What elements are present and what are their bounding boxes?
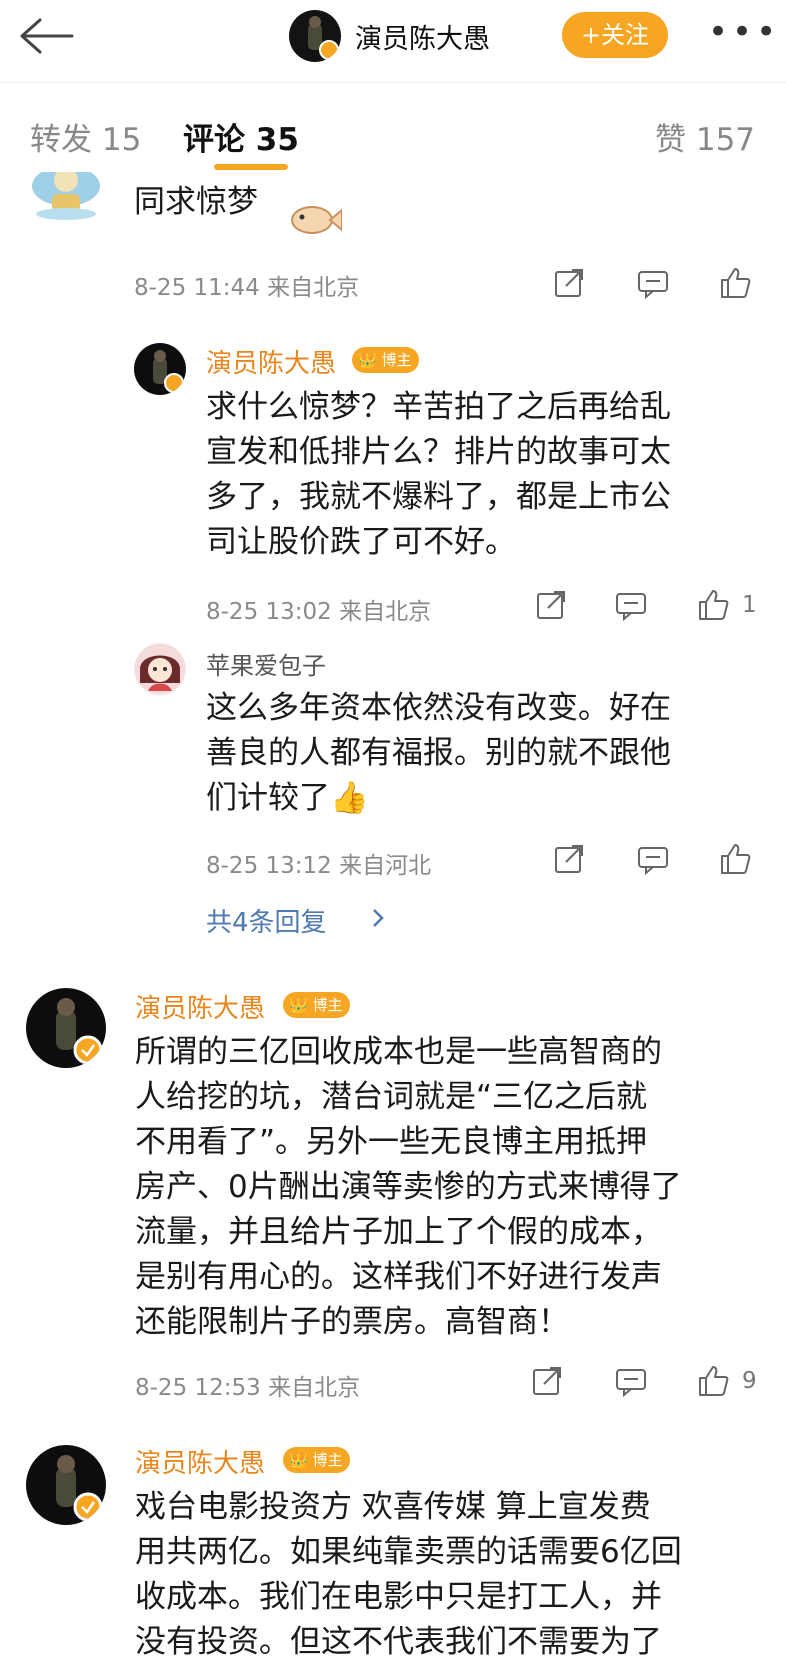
reply-text: 求什么惊梦？辛苦拍了之后再给乱 宣发和低排片么？排片的故事可太 多了，我就不爆料… (206, 389, 671, 560)
account-avatar[interactable] (289, 10, 341, 62)
follow-button[interactable]: +关注 (562, 12, 668, 58)
comment-text: 戏台电影投资方 欢喜传媒 算上宣发费 用共两亿。如果纯靠卖票的话需要6亿回 收成… (135, 1489, 682, 1660)
avatar[interactable] (26, 988, 106, 1068)
comment-meta: 8-25 11:44 来自北京 (134, 275, 360, 301)
comment-text: 所谓的三亿回收成本也是一些高智商的 人给挖的坑，潜台词就是“三亿之后就 不用看了… (135, 1034, 682, 1340)
back-arrow-icon (20, 18, 74, 54)
account-name[interactable]: 演员陈大愚 (355, 17, 490, 56)
active-tab-indicator (214, 164, 288, 170)
blogger-badge: 👑 博主 (352, 347, 420, 373)
top-bar: 演员陈大愚 +关注 ••• (0, 0, 786, 80)
tab-reposts[interactable]: 转发 15 (30, 114, 141, 159)
avatar[interactable] (26, 1445, 106, 1525)
comment-icon[interactable] (636, 842, 670, 876)
like-icon[interactable] (718, 842, 752, 876)
like-icon[interactable] (696, 1364, 730, 1398)
reply-username[interactable]: 演员陈大愚 (206, 343, 336, 380)
reply-username[interactable]: 苹果爱包子 (206, 646, 326, 681)
reply-meta: 8-25 13:12 来自河北 (206, 853, 432, 879)
avatar[interactable] (134, 343, 186, 395)
more-options-button[interactable]: ••• (708, 15, 780, 49)
chevron-right-icon (370, 906, 386, 934)
comment-text: 同求惊梦 (134, 184, 258, 220)
share-icon[interactable] (552, 266, 586, 300)
comment-username[interactable]: 演员陈大愚 (135, 1443, 265, 1480)
tab-likes[interactable]: 赞 157 (655, 114, 755, 159)
share-icon[interactable] (534, 588, 568, 622)
avatar[interactable] (134, 643, 186, 695)
like-icon[interactable] (696, 588, 730, 622)
tab-comments[interactable]: 评论 35 (183, 114, 299, 159)
fish-emoji-icon (286, 200, 343, 240)
like-count: 1 (742, 592, 757, 618)
comment-username[interactable]: 演员陈大愚 (135, 988, 265, 1025)
header-divider (0, 82, 786, 83)
reply-meta: 8-25 13:02 来自北京 (206, 599, 432, 625)
blogger-badge: 👑 博主 (283, 992, 351, 1018)
more-replies-link[interactable]: 共4条回复 (206, 902, 327, 939)
comment-icon[interactable] (614, 588, 648, 622)
share-icon[interactable] (552, 842, 586, 876)
back-button[interactable] (18, 16, 74, 56)
reply-text: 这么多年资本依然没有改变。好在 善良的人都有福报。别的就不跟他 们计较了👍 (206, 690, 671, 816)
comment-icon[interactable] (614, 1364, 648, 1398)
comment-icon[interactable] (636, 266, 670, 300)
share-icon[interactable] (530, 1364, 564, 1398)
comment-meta: 8-25 12:53 来自北京 (135, 1375, 361, 1401)
blogger-badge: 👑 博主 (283, 1447, 351, 1473)
commenter-avatar[interactable] (24, 172, 108, 222)
like-icon[interactable] (718, 266, 752, 300)
like-count: 9 (742, 1368, 757, 1394)
